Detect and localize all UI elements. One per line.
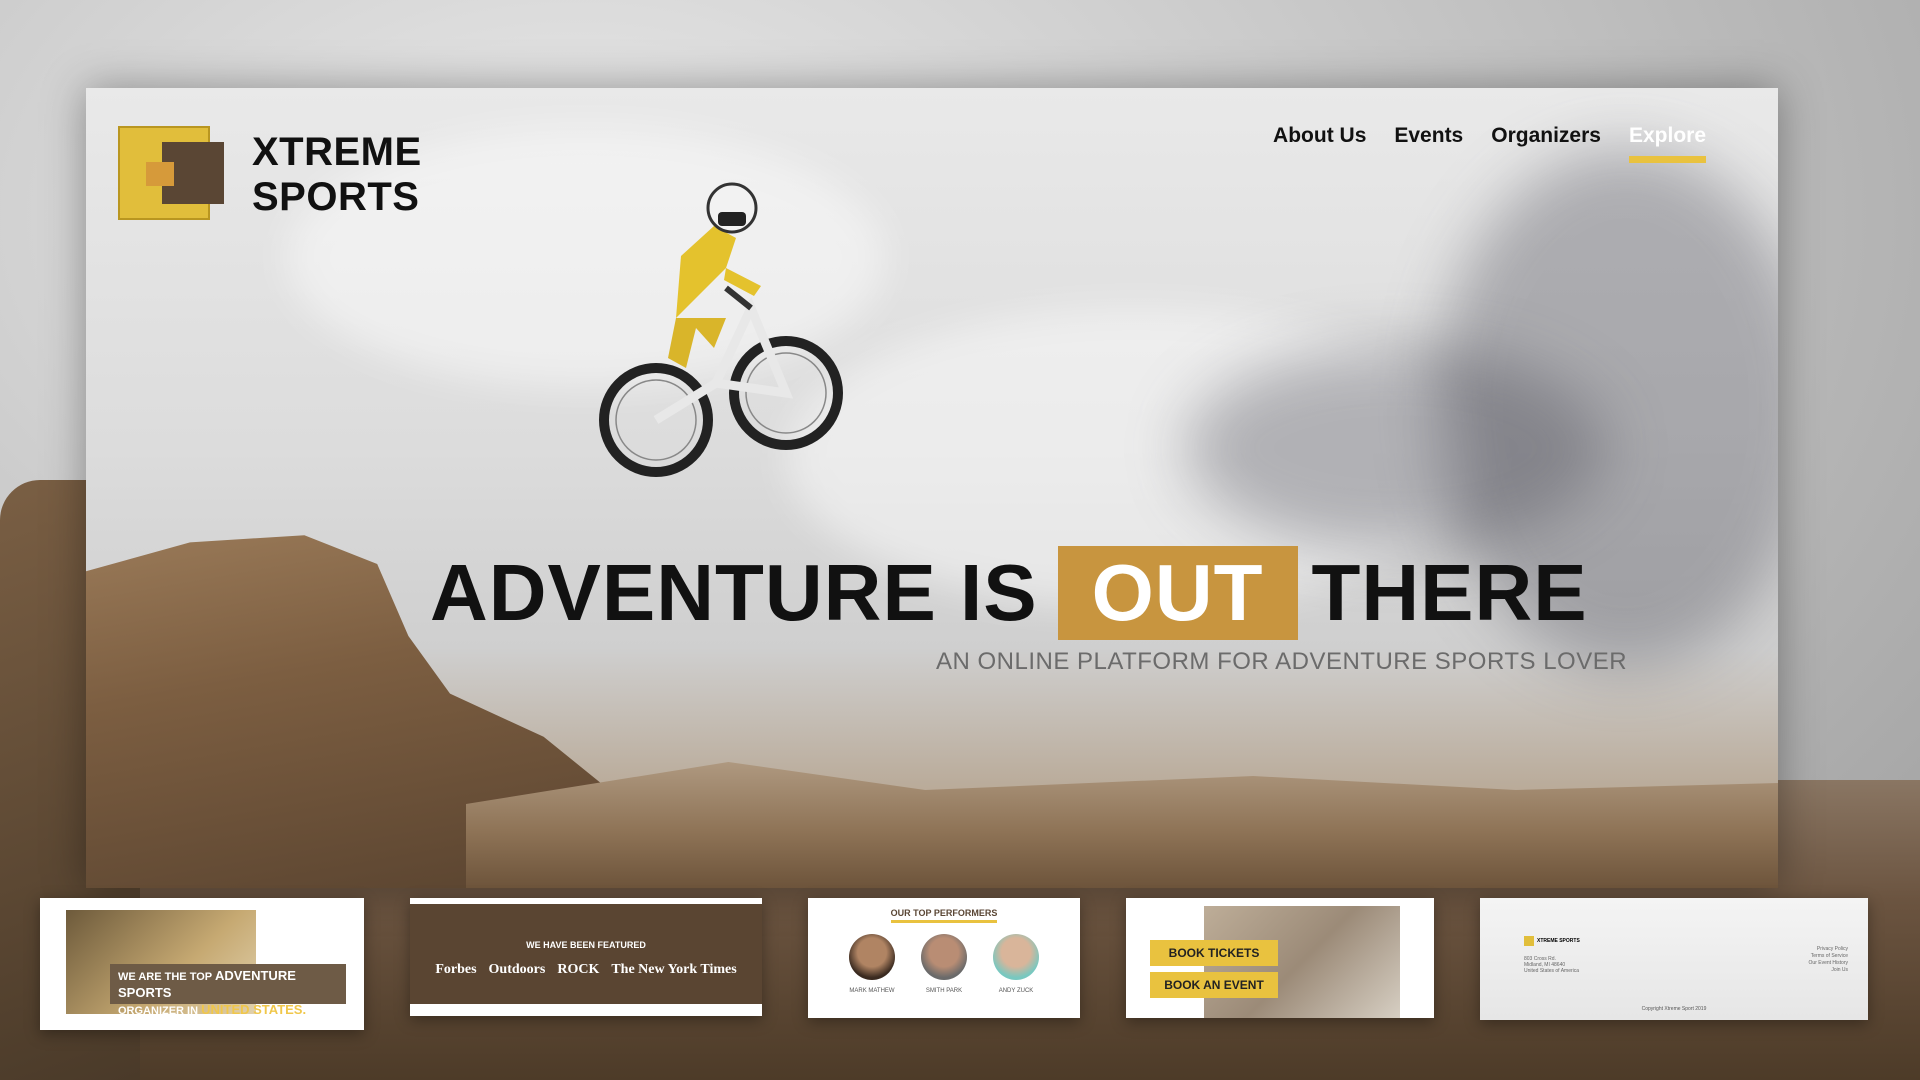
nav-about-us[interactable]: About Us [1273, 124, 1366, 163]
avatar [921, 934, 967, 980]
nav-explore[interactable]: Explore [1628, 124, 1706, 163]
performers-title-text: OUR TOP PERFORMERS [890, 908, 998, 923]
logo-outdoors: Outdoors [488, 962, 546, 977]
hero-page: XTREME SPORTS About Us Events Organizers… [86, 88, 1778, 888]
footer-copyright: Copyright Xtreme Sport 2019 [1641, 1006, 1707, 1012]
main-nav: About Us Events Organizers Explore [1273, 124, 1706, 163]
headline-highlight: OUT [1057, 546, 1298, 640]
footer-link-history[interactable]: Our Event History [1809, 960, 1848, 967]
performer-name: MARK MATHEW [849, 988, 895, 994]
performers-list: MARK MATHEW SMITH PARK ANDY ZUCK [808, 934, 1080, 994]
logo-nyt: The New York Times [611, 962, 737, 977]
footer-links: Privacy Policy Terms of Service Our Even… [1809, 946, 1848, 974]
brand-line-1: XTREME [252, 130, 422, 174]
about-banner: WE ARE THE TOP ADVENTURE SPORTS ORGANIZE… [110, 964, 346, 1017]
about-mid: ORGANIZER IN [118, 1005, 199, 1017]
headline-part-2: THERE [1311, 548, 1588, 637]
avatar [849, 934, 895, 980]
about-place: UNITED STATES. [201, 1002, 307, 1017]
nav-events[interactable]: Events [1394, 124, 1463, 163]
book-event-button[interactable]: BOOK AN EVENT [1150, 972, 1278, 998]
featured-logos: Forbes Outdoors ROCK The New York Times [410, 962, 762, 978]
footer-link-join[interactable]: Join Us [1809, 967, 1848, 974]
performer-card[interactable]: SMITH PARK [920, 934, 968, 994]
brand-line-2: SPORTS [252, 175, 420, 219]
footer-brand: XTREME SPORTS [1537, 938, 1580, 944]
about-prefix: WE ARE THE TOP [118, 971, 212, 983]
hero-subheadline: AN ONLINE PLATFORM FOR ADVENTURE SPORTS … [936, 648, 1628, 675]
performer-card[interactable]: ANDY ZUCK [992, 934, 1040, 994]
avatar [993, 934, 1039, 980]
nav-organizers[interactable]: Organizers [1491, 124, 1601, 163]
logo-forbes: Forbes [435, 962, 477, 977]
book-tickets-button[interactable]: BOOK TICKETS [1150, 940, 1278, 966]
headline-part-1: ADVENTURE IS [430, 548, 1038, 637]
logo-icon [118, 126, 228, 224]
desert-hill [466, 762, 1778, 888]
thumbnail-booking[interactable]: BOOK TICKETS BOOK AN EVENT [1126, 898, 1434, 1018]
performer-card[interactable]: MARK MATHEW [848, 934, 896, 994]
performers-title: OUR TOP PERFORMERS [808, 908, 1080, 923]
footer-link-privacy[interactable]: Privacy Policy [1809, 946, 1848, 953]
thumbnail-footer[interactable]: XTREME SPORTS 803 Cross Rd. Midland, MI … [1480, 898, 1868, 1020]
featured-title: WE HAVE BEEN FEATURED [526, 940, 646, 950]
mountain-biker-image [599, 182, 843, 477]
thumbnail-about[interactable]: WE ARE THE TOP ADVENTURE SPORTS ORGANIZE… [40, 898, 364, 1030]
footer-logo-icon [1524, 936, 1534, 946]
hero-headline: ADVENTURE IS OUT THERE [430, 546, 1588, 640]
footer-link-terms[interactable]: Terms of Service [1809, 953, 1848, 960]
footer-logo: XTREME SPORTS [1524, 936, 1580, 946]
brand-name: XTREME SPORTS [252, 130, 422, 220]
thumbnail-performers[interactable]: OUR TOP PERFORMERS MARK MATHEW SMITH PAR… [808, 898, 1080, 1018]
brand-logo[interactable]: XTREME SPORTS [118, 126, 422, 224]
logo-rock: ROCK [557, 962, 600, 977]
performer-name: SMITH PARK [925, 988, 963, 994]
performer-name: ANDY ZUCK [998, 988, 1034, 994]
thumbnail-featured[interactable]: WE HAVE BEEN FEATURED Forbes Outdoors RO… [410, 898, 762, 1016]
footer-address: 803 Cross Rd. Midland, MI 48640 United S… [1524, 956, 1579, 974]
address-line: United States of America [1524, 968, 1580, 974]
